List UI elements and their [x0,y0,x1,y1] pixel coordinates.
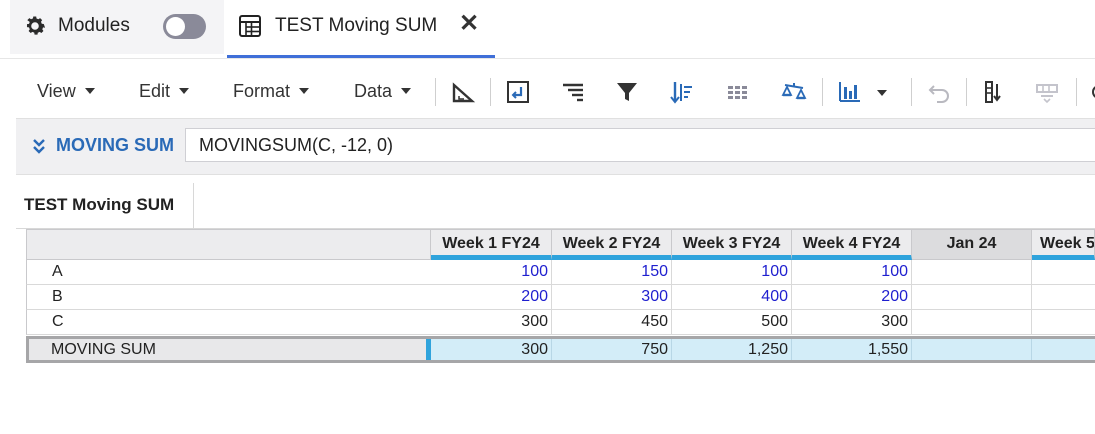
close-icon[interactable]: ✕ [458,12,480,36]
undo-icon[interactable] [926,79,952,105]
toolbar: View Edit Format Data [0,66,1095,118]
column-header[interactable]: Week 4 FY24 [792,229,912,260]
toolbar-separator [490,78,491,106]
grid-cell[interactable]: 100 [792,260,912,285]
grid-cell[interactable]: 200 [431,285,552,310]
indent-icon[interactable] [560,79,586,105]
grid-lines-icon[interactable] [725,79,751,105]
column-header[interactable]: Week 1 FY24 [431,229,552,260]
caret-down-icon [84,88,95,94]
column-freeze-icon[interactable] [981,79,1007,105]
balance-icon[interactable] [781,79,807,105]
row-label[interactable]: C [26,310,431,335]
edit-menu-label: Edit [139,81,171,101]
format-menu[interactable]: Format [233,81,310,102]
gear-icon [26,16,46,35]
toolbar-separator [822,78,823,106]
grid-cell[interactable]: 150 [552,260,672,285]
tab-divider [0,58,1095,59]
modules-toggle[interactable] [163,14,206,39]
formula-input[interactable]: MOVINGSUM(C, -12, 0) [185,128,1095,162]
row-label[interactable]: A [26,260,431,285]
more-tools-icon[interactable] [1088,79,1095,105]
pivot-icon[interactable] [450,79,476,105]
toolbar-separator [966,78,967,106]
row-label-moving-sum[interactable]: MOVING SUM [29,339,428,360]
grid-cell[interactable] [1032,285,1095,310]
filter-icon[interactable] [614,79,640,105]
grid-table-icon [239,15,261,37]
sheet-tab[interactable]: TEST Moving SUM [16,183,194,228]
column-header[interactable]: Jan 24 [912,229,1032,260]
grid-cell[interactable]: 400 [672,285,792,310]
grid-corner-header [26,229,431,260]
grid-cell[interactable]: 200 [792,285,912,310]
view-menu-label: View [37,81,76,101]
data-grid: Week 1 FY24 Week 2 FY24 Week 3 FY24 Week… [26,229,1095,363]
column-header[interactable]: Week 5 [1032,229,1095,260]
view-menu[interactable]: View [37,81,95,102]
insert-icon[interactable] [505,79,531,105]
data-menu[interactable]: Data [354,81,412,102]
modules-tab[interactable]: Modules [10,0,224,54]
grid-cell[interactable]: 300 [431,339,552,360]
grid-cell[interactable] [1032,260,1095,285]
document-tab-label: TEST Moving SUM [275,15,438,36]
chart-icon[interactable] [837,79,863,105]
toggle-knob [166,17,185,36]
row-label[interactable]: B [26,285,431,310]
grid-cell[interactable]: 450 [552,310,672,335]
format-menu-label: Format [233,81,291,101]
grid-cell[interactable] [912,310,1032,335]
grid-cell[interactable]: 100 [672,260,792,285]
edit-menu[interactable]: Edit [139,81,190,102]
toolbar-separator [911,78,912,106]
caret-down-icon [179,88,190,94]
sheet-tab-label: TEST Moving SUM [24,195,175,214]
grid-cell[interactable]: 1,250 [672,339,792,360]
formula-line-item-name: MOVING SUM [56,135,175,155]
sort-icon[interactable] [669,79,695,105]
caret-down-icon [401,88,412,94]
grid-cell[interactable]: 300 [552,285,672,310]
grid-cell[interactable]: 500 [672,310,792,335]
modules-label: Modules [58,15,130,36]
formula-bar: MOVING SUM MOVINGSUM(C, -12, 0) [16,118,1095,175]
grid-cell[interactable] [912,285,1032,310]
chevron-down-icon[interactable] [873,79,891,105]
row-hide-icon[interactable] [1035,79,1061,105]
column-header[interactable]: Week 2 FY24 [552,229,672,260]
caret-down-icon [299,88,310,94]
grid-cell[interactable] [1032,310,1095,335]
grid-cell[interactable]: 750 [552,339,672,360]
data-menu-label: Data [354,81,393,101]
toolbar-separator [1076,78,1077,106]
grid-cell[interactable]: 300 [792,310,912,335]
document-tab[interactable]: TEST Moving SUM ✕ [227,0,495,58]
column-header[interactable]: Week 3 FY24 [672,229,792,260]
grid-cell[interactable] [912,260,1032,285]
grid-cell[interactable]: 300 [431,310,552,335]
grid-cell[interactable]: 100 [431,260,552,285]
grid-cell[interactable] [1032,339,1095,360]
grid-cell[interactable] [912,339,1032,360]
top-tab-bar: Modules TEST Moving SUM ✕ [0,0,1095,58]
double-chevron-down-icon[interactable] [32,138,46,154]
grid-cell[interactable]: 1,550 [792,339,912,360]
toolbar-separator [435,78,436,106]
